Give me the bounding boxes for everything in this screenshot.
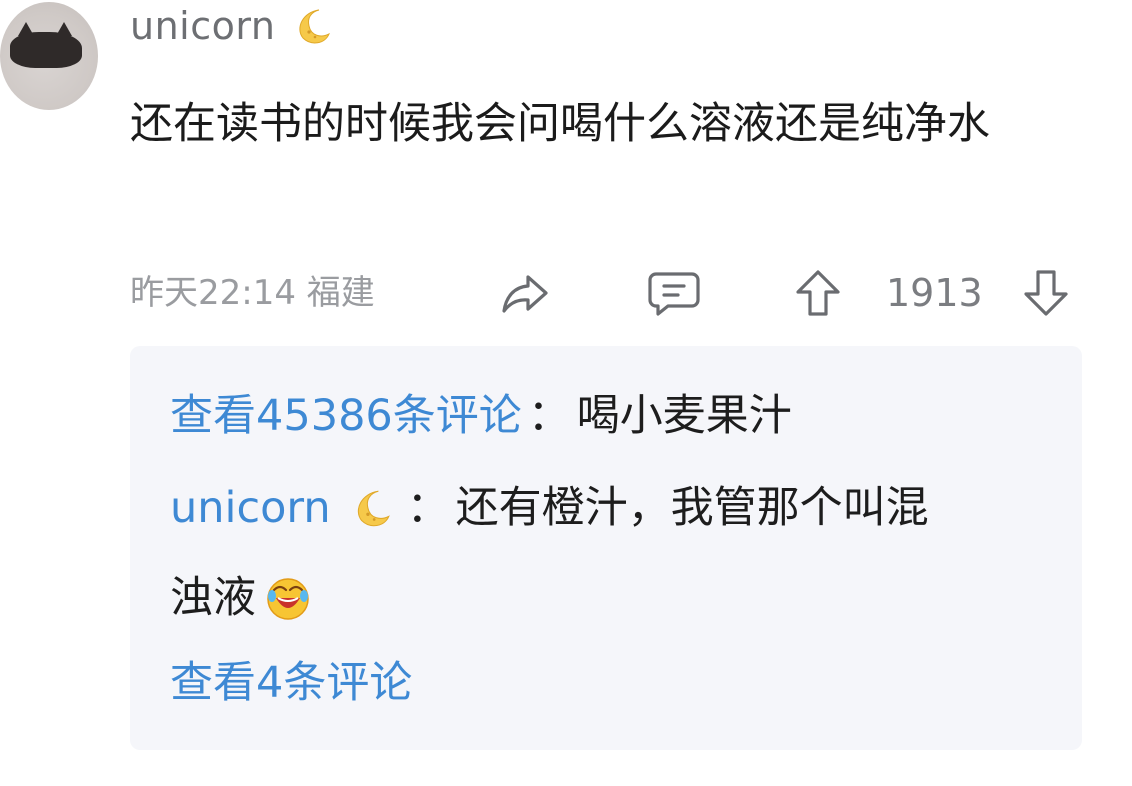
vote-count: 1913 [886,271,983,315]
reply-text: 还有橙汁，我管那个叫混 [455,483,929,533]
moon-emoji-icon [357,490,390,527]
comment-author[interactable]: unicorn [130,4,333,48]
reply-item: unicorn ： 还有橙汁，我管那个叫混 [170,476,929,540]
reply-separator: ： [406,483,450,533]
laughing-emoji-icon [267,578,309,620]
upvote-button[interactable] [794,268,842,318]
comment-body: 还在读书的时候我会问喝什么溶液还是纯净水 [130,99,990,149]
reply-item: 查看4条评论 [170,651,412,715]
upvote-icon [796,270,840,316]
reply-separator: ： [527,391,571,441]
reply-item: 查看45386条评论 ： 喝小麦果汁 [170,384,792,448]
downvote-icon [1024,270,1068,316]
view-all-comments-link[interactable]: 查看45386条评论 [170,384,522,448]
replies-box: 查看45386条评论 ： 喝小麦果汁 unicorn ： 还有橙汁，我管那个叫混… [130,346,1082,750]
reply-text: 浊液 [170,573,256,623]
reply-text-continuation: 浊液 [170,566,312,630]
timestamp-location: 昨天22:14 福建 [130,273,375,313]
share-icon [502,275,548,313]
downvote-button[interactable] [1022,268,1070,318]
reply-author-link[interactable]: unicorn [170,476,331,540]
view-more-comments-link[interactable]: 查看4条评论 [170,651,412,715]
username-text: unicorn [130,4,276,48]
comment-meta-row: 昨天22:14 福建 1913 [130,268,1080,318]
moon-emoji-icon [299,9,331,44]
comment-button[interactable] [646,268,702,318]
avatar[interactable] [0,2,98,110]
comment-icon [648,272,700,316]
share-button[interactable] [498,268,552,318]
reply-text: 喝小麦果汁 [576,391,792,441]
avatar-cat-image [10,22,82,68]
